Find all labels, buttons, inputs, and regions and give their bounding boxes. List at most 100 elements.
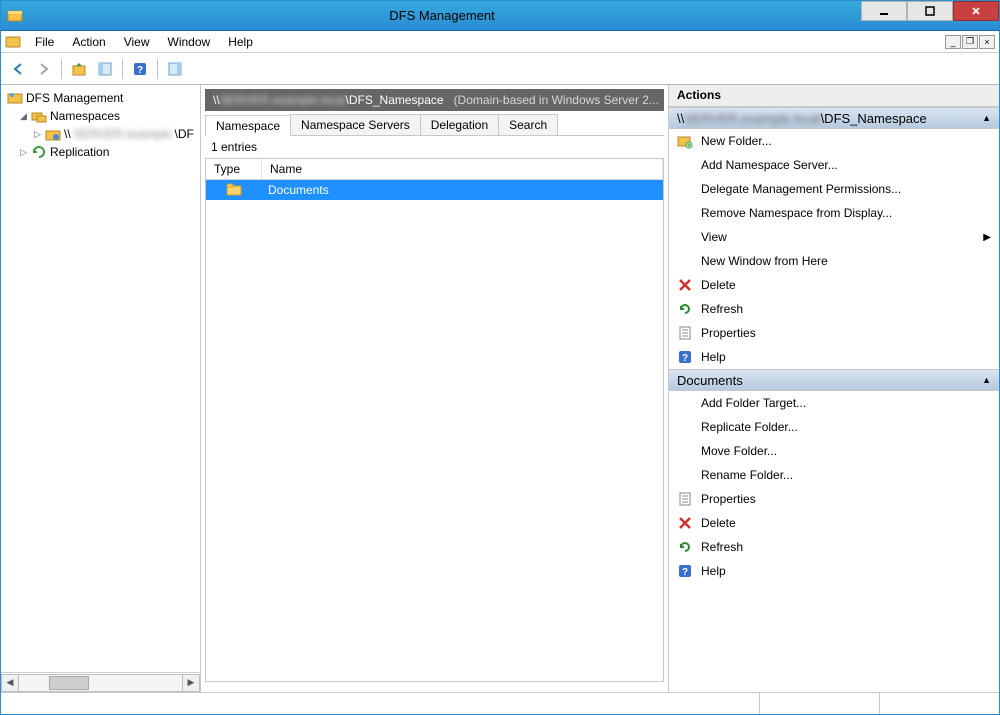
action-properties[interactable]: Properties — [669, 321, 999, 345]
toolbar-help-button[interactable]: ? — [129, 58, 151, 80]
action-replicate-folder[interactable]: Replicate Folder... — [669, 415, 999, 439]
namespace-item-icon — [45, 126, 61, 142]
tree-horizontal-scrollbar[interactable]: ◀ ▶ — [1, 672, 200, 692]
help-icon: ? — [677, 349, 693, 365]
expand-icon[interactable]: ◢ — [19, 111, 28, 122]
scroll-right-button[interactable]: ▶ — [182, 674, 200, 692]
namespaces-icon — [31, 108, 47, 124]
column-type[interactable]: Type — [206, 159, 262, 179]
path-suffix: \DFS_Namespace — [346, 93, 444, 107]
action-move-folder[interactable]: Move Folder... — [669, 439, 999, 463]
action-new-folder[interactable]: New Folder... — [669, 129, 999, 153]
tree-namespace-item[interactable]: ▷ \\SERVER.example\DF — [3, 125, 198, 143]
action-label: Delete — [701, 278, 736, 292]
ns-suffix: \DF — [175, 127, 194, 141]
action-label: Rename Folder... — [701, 468, 793, 482]
tree-replication-label: Replication — [50, 145, 109, 159]
action-properties-2[interactable]: Properties — [669, 487, 999, 511]
toolbar-separator — [61, 59, 62, 79]
app-icon — [7, 8, 23, 24]
actions-section-documents[interactable]: Documents ▲ — [669, 369, 999, 391]
action-view-submenu[interactable]: View▶ — [669, 225, 999, 249]
mdi-minimize-button[interactable]: _ — [945, 35, 961, 49]
action-label: Replicate Folder... — [701, 420, 798, 434]
sec1-prefix: \\ — [677, 111, 684, 126]
action-delete[interactable]: Delete — [669, 273, 999, 297]
status-cell — [1, 693, 759, 714]
collapse-icon[interactable]: ▲ — [982, 113, 991, 123]
menu-file[interactable]: File — [27, 33, 62, 51]
section2-title: Documents — [677, 373, 743, 388]
new-folder-icon — [677, 133, 693, 149]
submenu-arrow-icon: ▶ — [983, 232, 991, 243]
content-pane: \\ SERVER.example.local \DFS_Namespace (… — [201, 85, 999, 692]
action-help[interactable]: ? Help — [669, 345, 999, 369]
action-add-namespace-server[interactable]: Add Namespace Server... — [669, 153, 999, 177]
action-remove-namespace[interactable]: Remove Namespace from Display... — [669, 201, 999, 225]
action-refresh[interactable]: Refresh — [669, 297, 999, 321]
path-redacted: SERVER.example.local — [220, 93, 346, 107]
nav-forward-button[interactable] — [33, 58, 55, 80]
collapse-icon[interactable]: ▲ — [982, 375, 991, 385]
scroll-track[interactable] — [19, 674, 182, 692]
action-label: Properties — [701, 326, 756, 340]
action-label: Help — [701, 564, 726, 578]
scroll-left-button[interactable]: ◀ — [1, 674, 19, 692]
column-name[interactable]: Name — [262, 159, 663, 179]
action-delegate-permissions[interactable]: Delegate Management Permissions... — [669, 177, 999, 201]
close-button[interactable] — [953, 1, 999, 21]
menu-view[interactable]: View — [116, 33, 158, 51]
tree-namespaces[interactable]: ◢ Namespaces — [3, 107, 198, 125]
action-label: Delegate Management Permissions... — [701, 182, 901, 196]
tree-replication[interactable]: ▷ Replication — [3, 143, 198, 161]
minimize-button[interactable] — [861, 1, 907, 21]
action-label: Delete — [701, 516, 736, 530]
tab-namespace-servers[interactable]: Namespace Servers — [290, 114, 421, 135]
action-refresh-2[interactable]: Refresh — [669, 535, 999, 559]
toolbar-separator — [122, 59, 123, 79]
action-label: New Window from Here — [701, 254, 828, 268]
menu-action[interactable]: Action — [64, 33, 113, 51]
action-label: Move Folder... — [701, 444, 777, 458]
menubar: File Action View Window Help _ ❐ × — [1, 31, 999, 53]
center-pane: \\ SERVER.example.local \DFS_Namespace (… — [201, 85, 669, 692]
ns-redacted: SERVER.example — [74, 127, 172, 141]
entries-count: 1 entries — [205, 136, 664, 158]
tab-delegation[interactable]: Delegation — [420, 114, 499, 135]
row-type-cell — [206, 183, 262, 197]
toolbar-separator — [157, 59, 158, 79]
actions-header: Actions — [669, 85, 999, 107]
namespace-tree[interactable]: DFS Management ◢ Namespaces ▷ \\SERVER.e… — [1, 85, 200, 672]
menu-help[interactable]: Help — [220, 33, 261, 51]
action-add-folder-target[interactable]: Add Folder Target... — [669, 391, 999, 415]
refresh-icon — [677, 539, 693, 555]
tree-namespaces-label: Namespaces — [50, 109, 120, 123]
expand-icon[interactable]: ▷ — [19, 147, 28, 158]
actions-pane: Actions \\ SERVER.example.local \DFS_Nam… — [669, 85, 999, 692]
maximize-button[interactable] — [907, 1, 953, 21]
action-help-2[interactable]: ? Help — [669, 559, 999, 583]
scroll-thumb[interactable] — [49, 676, 89, 690]
menu-window[interactable]: Window — [160, 33, 219, 51]
show-hide-action-pane-button[interactable] — [164, 58, 186, 80]
mdi-restore-button[interactable]: ❐ — [962, 35, 978, 49]
statusbar — [1, 692, 999, 714]
action-new-window[interactable]: New Window from Here — [669, 249, 999, 273]
list-row[interactable]: Documents — [206, 180, 663, 200]
nav-back-button[interactable] — [7, 58, 29, 80]
action-rename-folder[interactable]: Rename Folder... — [669, 463, 999, 487]
action-delete-2[interactable]: Delete — [669, 511, 999, 535]
tab-namespace[interactable]: Namespace — [205, 115, 291, 136]
actions-section-namespace[interactable]: \\ SERVER.example.local \DFS_Namespace ▲ — [669, 107, 999, 129]
up-level-button[interactable] — [68, 58, 90, 80]
mdi-close-button[interactable]: × — [979, 35, 995, 49]
expand-icon[interactable]: ▷ — [33, 129, 42, 140]
tab-search[interactable]: Search — [498, 114, 558, 135]
menubar-app-icon — [5, 34, 21, 50]
properties-icon — [677, 325, 693, 341]
tree-root-label: DFS Management — [26, 91, 123, 105]
tree-root[interactable]: DFS Management — [3, 89, 198, 107]
tabs: Namespace Namespace Servers Delegation S… — [205, 114, 664, 136]
show-hide-tree-button[interactable] — [94, 58, 116, 80]
path-prefix: \\ — [213, 93, 220, 107]
